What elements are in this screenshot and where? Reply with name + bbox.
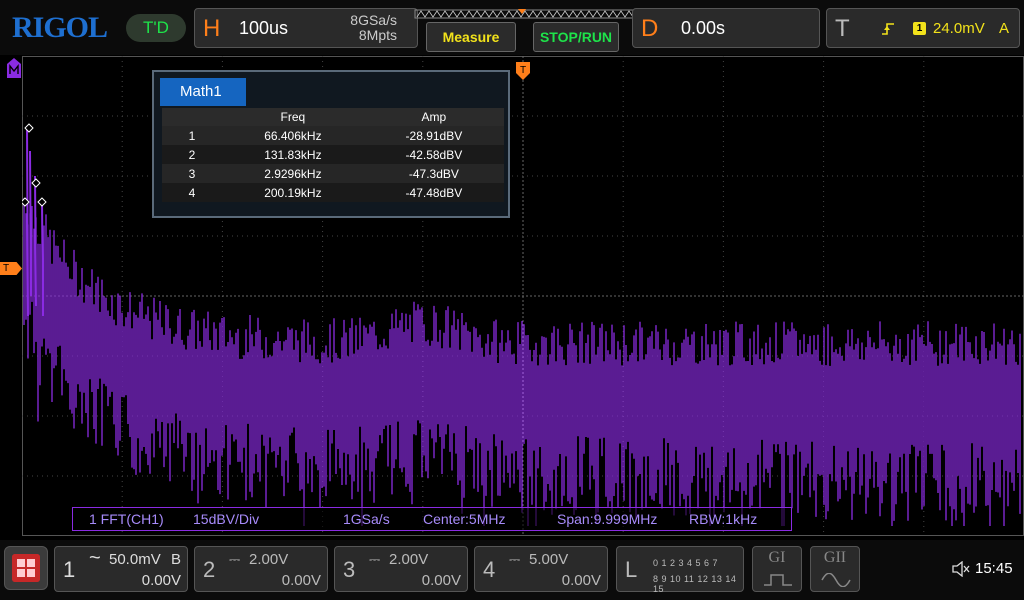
system-clock: 15:45 bbox=[975, 560, 1013, 577]
math1-results-window[interactable]: Math1 Freq Amp 1 66.406kHz -28.91dBV 2 1… bbox=[152, 70, 510, 218]
generator-1-label: GI bbox=[768, 549, 786, 566]
channel-number: 2 bbox=[203, 557, 216, 582]
generator-2-label: GII bbox=[823, 549, 847, 566]
timebase-value: 100us bbox=[239, 18, 289, 38]
peak-marker bbox=[37, 197, 47, 207]
memory-depth: 8Mpts bbox=[358, 27, 397, 43]
generator-2-button[interactable]: GII bbox=[810, 546, 860, 592]
acquisition-info: 8GSa/s 8Mpts bbox=[350, 13, 397, 43]
row-index: 2 bbox=[162, 145, 222, 164]
trigger-level-marker[interactable]: T bbox=[0, 262, 22, 275]
logic-analyzer-panel[interactable]: L 0 1 2 3 4 5 6 7 8 9 10 11 12 13 14 15 bbox=[616, 546, 744, 594]
horizontal-timebase-panel[interactable]: H 100us 8GSa/s 8Mpts bbox=[194, 8, 418, 48]
channel-scale: 5.00V bbox=[529, 551, 569, 568]
generator-1-button[interactable]: GI bbox=[752, 546, 802, 592]
trigger-mode: A bbox=[999, 20, 1010, 37]
svg-text:T: T bbox=[520, 65, 526, 76]
sample-rate: 8GSa/s bbox=[350, 12, 397, 28]
channel-number: 1 bbox=[63, 557, 76, 582]
horizontal-label: H bbox=[203, 15, 221, 42]
triggered-status-badge: T'D bbox=[126, 14, 186, 42]
logic-channels-row1: 0 1 2 3 4 5 6 7 bbox=[653, 558, 719, 568]
top-status-bar: RIGOL T'D H 100us 8GSa/s 8Mpts Measure S… bbox=[0, 0, 1024, 55]
channel-3-panel[interactable]: 3 ⎓ 2.00V 0.00V bbox=[334, 546, 468, 592]
dc-coupling-icon: ⎓ bbox=[369, 551, 381, 567]
col-amp: Amp bbox=[363, 108, 504, 126]
row-amp: -47.3dBV bbox=[363, 164, 504, 183]
channel-offset: 0.00V bbox=[281, 572, 321, 589]
math1-tab[interactable]: Math1 bbox=[160, 78, 246, 106]
sine-wave-icon bbox=[821, 573, 851, 587]
bandwidth-limit: B bbox=[170, 551, 181, 568]
rising-edge-icon bbox=[882, 23, 894, 35]
trigger-position-marker[interactable]: T bbox=[516, 62, 530, 80]
trigger-source-badge: 1 bbox=[913, 22, 926, 35]
trigger-label: T bbox=[835, 15, 850, 42]
fft-scale: 15dBV/Div bbox=[193, 511, 260, 527]
speaker-muted-icon[interactable] bbox=[952, 561, 970, 577]
delay-label: D bbox=[641, 15, 659, 42]
channel-offset: 0.00V bbox=[421, 572, 461, 589]
rigol-logo: RIGOL bbox=[12, 11, 108, 44]
fft-sample-rate: 1GSa/s bbox=[343, 511, 390, 527]
dc-coupling-icon: ⎓ bbox=[509, 551, 521, 567]
channel-scale: 2.00V bbox=[249, 551, 289, 568]
channel-scale: 50.0mV bbox=[109, 551, 161, 568]
delay-panel[interactable]: D 0.00s bbox=[632, 8, 820, 48]
row-freq: 200.19kHz bbox=[222, 183, 364, 202]
peak-markers bbox=[22, 123, 47, 207]
row-freq: 66.406kHz bbox=[222, 126, 364, 145]
row-amp: -28.91dBV bbox=[363, 126, 504, 145]
col-index bbox=[162, 108, 222, 126]
menu-grid-icon bbox=[12, 554, 40, 582]
measure-button[interactable]: Measure bbox=[426, 22, 516, 52]
bottom-channel-bar: 1 ~ 50.0mV B 0.00V 2 ⎓ 2.00V 0.00V 3 ⎓ 2… bbox=[0, 540, 1024, 600]
channel-offset: 0.00V bbox=[141, 572, 181, 589]
fft-source: 1 FFT(CH1) bbox=[89, 511, 164, 527]
row-amp: -42.58dBV bbox=[363, 145, 504, 164]
channel-number: 4 bbox=[483, 557, 496, 582]
main-menu-button[interactable] bbox=[4, 546, 48, 590]
trigger-level: 24.0mV bbox=[933, 20, 985, 37]
logic-channels-row2: 8 9 10 11 12 13 14 15 bbox=[653, 574, 737, 594]
square-wave-icon bbox=[764, 574, 792, 586]
table-header-row: Freq Amp bbox=[162, 108, 504, 126]
table-row: 4 200.19kHz -47.48dBV bbox=[162, 183, 504, 202]
row-index: 3 bbox=[162, 164, 222, 183]
channel-1-panel[interactable]: 1 ~ 50.0mV B 0.00V bbox=[54, 546, 188, 592]
table-row: 3 2.9296kHz -47.3dBV bbox=[162, 164, 504, 183]
row-index: 4 bbox=[162, 183, 222, 202]
delay-value: 0.00s bbox=[681, 18, 726, 38]
channel-offset: 0.00V bbox=[561, 572, 601, 589]
channel-4-panel[interactable]: 4 ⎓ 5.00V 0.00V bbox=[474, 546, 608, 592]
fft-center: Center:5MHz bbox=[423, 511, 506, 527]
col-freq: Freq bbox=[222, 108, 364, 126]
row-amp: -47.48dBV bbox=[363, 183, 504, 202]
peak-marker bbox=[31, 178, 41, 188]
table-row: 1 66.406kHz -28.91dBV bbox=[162, 126, 504, 145]
fft-rbw: RBW:1kHz bbox=[689, 511, 758, 527]
logic-label: L bbox=[625, 557, 638, 582]
row-freq: 131.83kHz bbox=[222, 145, 364, 164]
channel-2-panel[interactable]: 2 ⎓ 2.00V 0.00V bbox=[194, 546, 328, 592]
math-channel-marker[interactable] bbox=[7, 58, 21, 78]
ac-coupling-icon: ~ bbox=[89, 547, 101, 569]
fft-span: Span:9.999MHz bbox=[557, 511, 658, 527]
dc-coupling-icon: ⎓ bbox=[229, 551, 241, 567]
row-freq: 2.9296kHz bbox=[222, 164, 364, 183]
row-index: 1 bbox=[162, 126, 222, 145]
channel-number: 3 bbox=[343, 557, 356, 582]
peak-table: Freq Amp 1 66.406kHz -28.91dBV 2 131.83k… bbox=[162, 108, 504, 202]
table-row: 2 131.83kHz -42.58dBV bbox=[162, 145, 504, 164]
fft-info-bar[interactable]: 1 FFT(CH1) 15dBV/Div 1GSa/s Center:5MHz … bbox=[72, 507, 792, 531]
channel-scale: 2.00V bbox=[389, 551, 429, 568]
stop-run-button[interactable]: STOP/RUN bbox=[533, 22, 619, 52]
memory-position-ruler bbox=[414, 9, 636, 19]
trigger-panel[interactable]: T 1 24.0mV A bbox=[826, 8, 1020, 48]
